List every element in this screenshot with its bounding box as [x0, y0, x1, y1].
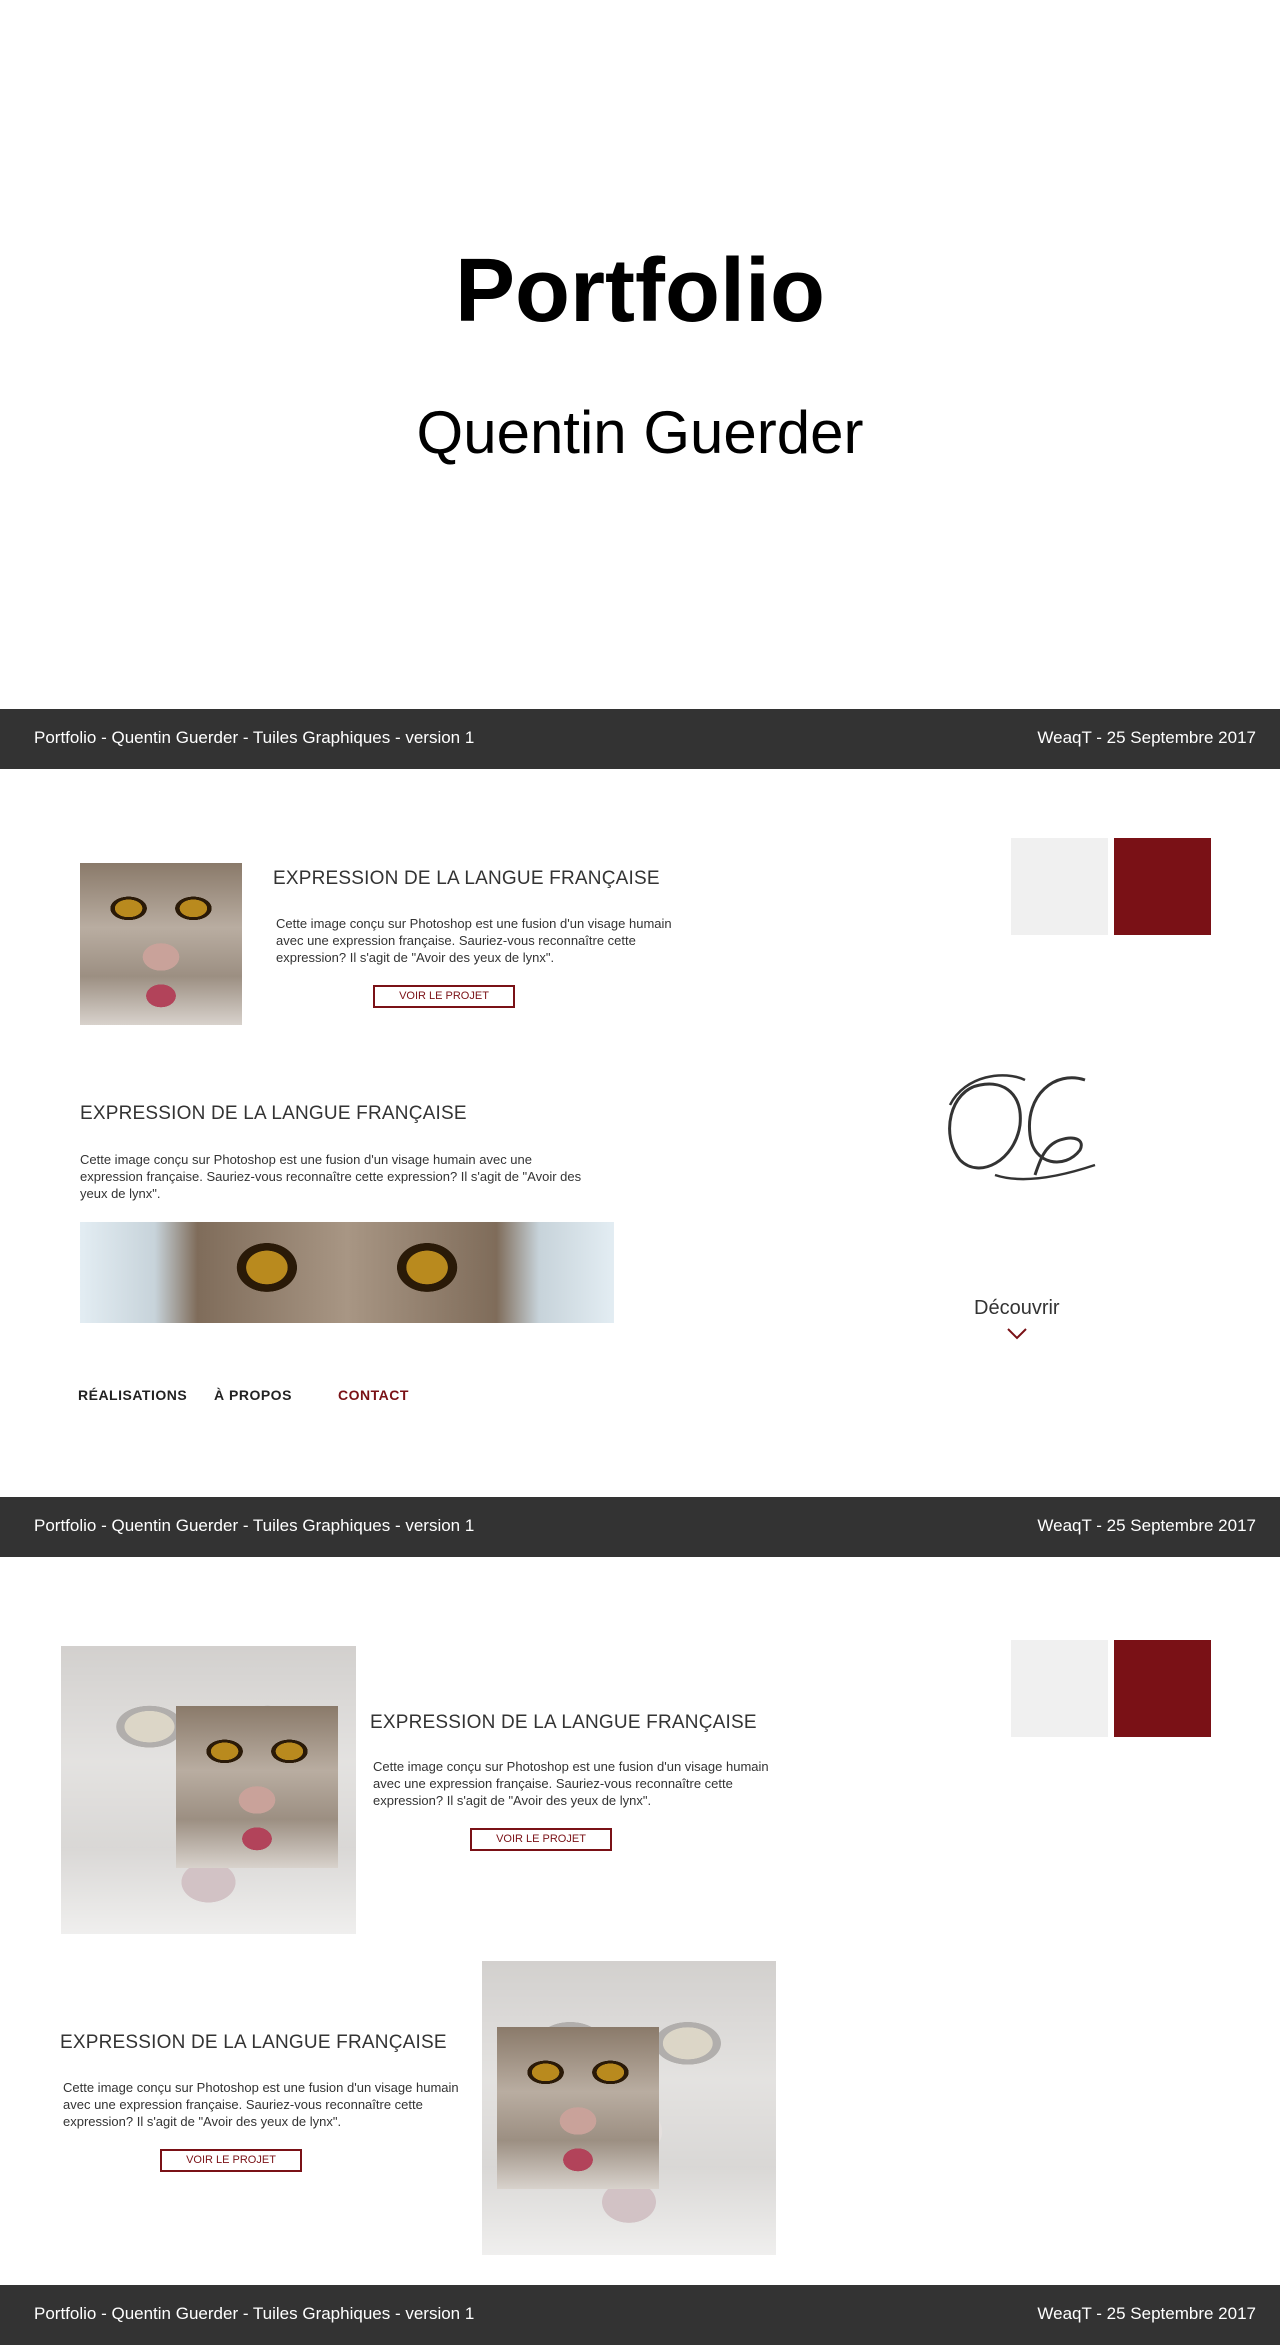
color-swatch-light — [1011, 838, 1108, 935]
color-swatch-light — [1011, 1640, 1108, 1737]
footer-bar: Portfolio - Quentin Guerder - Tuiles Gra… — [0, 2285, 1280, 2345]
footer-right-text: WeaqT - 25 Septembre 2017 — [1037, 728, 1256, 747]
card-description: Cette image conçu sur Photoshop est une … — [80, 1152, 582, 1201]
view-project-button[interactable]: VOIR LE PROJET — [470, 1828, 612, 1851]
footer-bar: Portfolio - Quentin Guerder - Tuiles Gra… — [0, 1497, 1280, 1557]
lynx-image — [80, 863, 242, 1025]
footer-left-text: Portfolio - Quentin Guerder - Tuiles Gra… — [34, 728, 475, 747]
lynx-image — [497, 2027, 659, 2189]
nav-item-realisations[interactable]: RÉALISATIONS — [78, 1387, 187, 1403]
lynx-image — [176, 1706, 338, 1868]
qg-logo-icon — [948, 1074, 1096, 1181]
lynx-eyes-banner-image — [80, 1222, 614, 1323]
color-swatch-red — [1114, 1640, 1211, 1737]
page-subtitle: Quentin Guerder — [416, 399, 864, 466]
card-title: EXPRESSION DE LA LANGUE FRANÇAISE — [273, 868, 660, 889]
card-description: Cette image conçu sur Photoshop est une … — [63, 2080, 459, 2129]
footer-bar: Portfolio - Quentin Guerder - Tuiles Gra… — [0, 709, 1280, 769]
footer-left-text: Portfolio - Quentin Guerder - Tuiles Gra… — [34, 2304, 475, 2323]
card-title: EXPRESSION DE LA LANGUE FRANÇAISE — [370, 1712, 757, 1733]
card-description: Cette image conçu sur Photoshop est une … — [276, 916, 672, 965]
view-project-button[interactable]: VOIR LE PROJET — [160, 2149, 302, 2172]
card-title: EXPRESSION DE LA LANGUE FRANÇAISE — [60, 2032, 447, 2053]
footer-right-text: WeaqT - 25 Septembre 2017 — [1037, 1516, 1256, 1535]
card-description: Cette image conçu sur Photoshop est une … — [373, 1759, 769, 1808]
color-swatch-red — [1114, 838, 1211, 935]
nav-item-a-propos[interactable]: À PROPOS — [214, 1387, 292, 1403]
card-title: EXPRESSION DE LA LANGUE FRANÇAISE — [80, 1103, 467, 1124]
chevron-down-icon[interactable] — [1006, 1327, 1028, 1341]
footer-left-text: Portfolio - Quentin Guerder - Tuiles Gra… — [34, 1516, 475, 1535]
page-title: Portfolio — [455, 241, 825, 341]
nav-item-contact[interactable]: CONTACT — [338, 1387, 409, 1403]
footer-right-text: WeaqT - 25 Septembre 2017 — [1037, 2304, 1256, 2323]
discover-link[interactable]: Découvrir — [974, 1297, 1060, 1320]
view-project-button[interactable]: VOIR LE PROJET — [373, 985, 515, 1008]
